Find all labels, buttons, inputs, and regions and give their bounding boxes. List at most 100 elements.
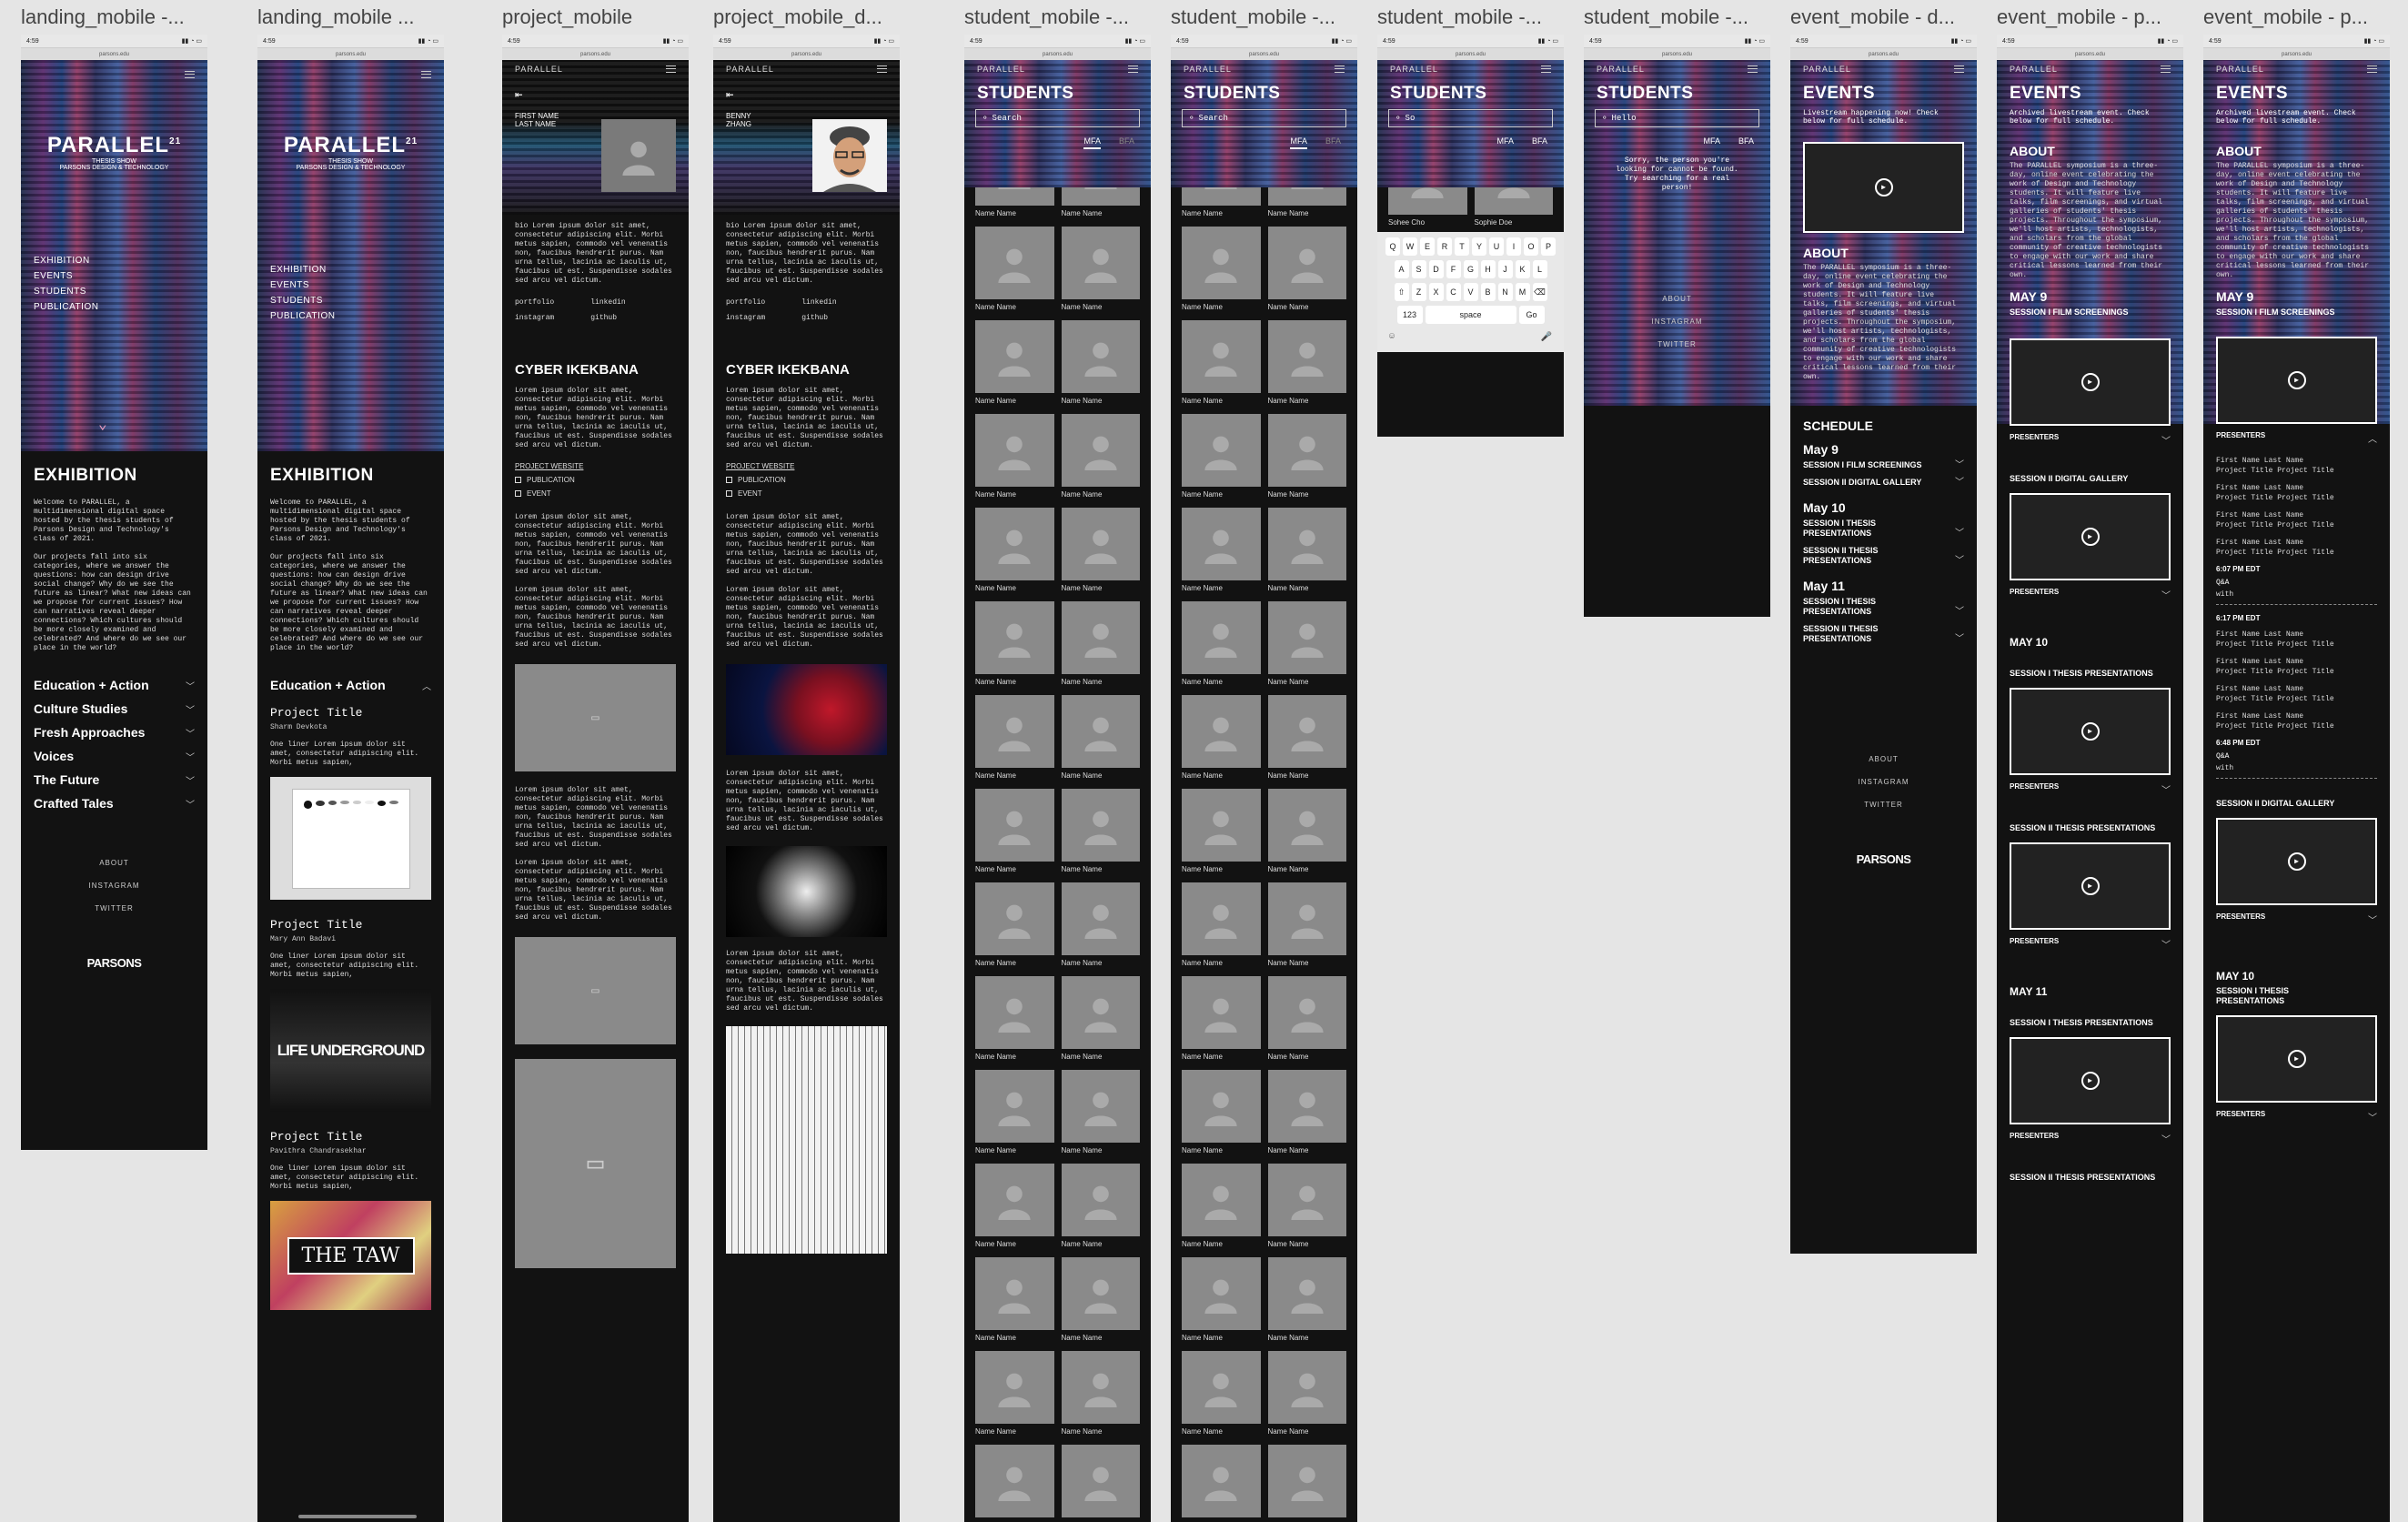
frame-label[interactable]: event_mobile - p... <box>2203 5 2390 29</box>
go-key[interactable]: Go <box>1518 306 1545 324</box>
hamburger-icon[interactable] <box>2367 66 2377 73</box>
brand-link[interactable]: PARALLEL <box>1597 65 1645 74</box>
link-instagram[interactable]: instagram <box>515 314 554 322</box>
frame-label[interactable]: student_mobile -... <box>1171 5 1357 29</box>
scrollbar[interactable] <box>298 1515 417 1518</box>
frame-label[interactable]: student_mobile -... <box>964 5 1151 29</box>
key-z[interactable]: Z <box>1411 283 1426 301</box>
presenters-toggle[interactable]: PRESENTERS ﹀ <box>1997 580 2183 609</box>
student-card[interactable]: Name Name <box>1061 1351 1140 1441</box>
key-i[interactable]: I <box>1506 237 1521 256</box>
play-icon[interactable]: ▶ <box>2287 852 2306 871</box>
link-portfolio[interactable]: portfolio <box>515 298 554 307</box>
presenter-item[interactable]: First Name Last Name Project Title Projec… <box>2203 452 2390 479</box>
key-f[interactable]: F <box>1446 260 1461 278</box>
hamburger-icon[interactable] <box>666 66 676 73</box>
tab-mfa[interactable]: MFA <box>1290 136 1307 149</box>
student-card[interactable]: Name Name <box>1061 601 1140 691</box>
student-card[interactable]: Name Name <box>1061 1445 1140 1522</box>
student-card[interactable]: Name Name <box>1061 976 1140 1066</box>
student-card[interactable]: Name Name <box>975 976 1054 1066</box>
link-linkedin[interactable]: linkedin <box>801 298 836 307</box>
session-item[interactable]: SESSION II THESIS PRESENTATIONS ﹀ <box>1790 542 1977 569</box>
play-icon[interactable]: ▶ <box>1874 178 1893 197</box>
student-card[interactable]: Name Name <box>1267 1445 1346 1522</box>
project-thumbnail[interactable]: LIFE UNDERGROUND <box>270 989 431 1112</box>
category-item[interactable]: Crafted Tales ﹀ <box>21 791 207 815</box>
link-github[interactable]: github <box>590 314 617 322</box>
url-bar[interactable]: parsons.edu <box>257 47 444 60</box>
brand-link[interactable]: PARALLEL <box>1390 65 1438 74</box>
project-title[interactable]: Project Title <box>257 1121 444 1144</box>
student-card[interactable]: Name Name <box>1182 1164 1261 1254</box>
shift-key[interactable]: ⇧ <box>1394 283 1409 301</box>
student-card[interactable]: Name Name <box>1267 882 1346 973</box>
hamburger-icon[interactable] <box>1128 66 1138 73</box>
student-card[interactable]: Name Name <box>1267 1164 1346 1254</box>
presenters-toggle[interactable]: PRESENTERS ﹀ <box>2203 905 2390 933</box>
play-icon[interactable]: ▶ <box>2081 1072 2100 1090</box>
session-video[interactable]: ▶ <box>2010 1037 2171 1124</box>
student-card[interactable]: Name Name <box>975 1257 1054 1347</box>
key-n[interactable]: N <box>1497 283 1513 301</box>
microphone-icon[interactable]: 🎤 <box>1541 332 1552 343</box>
key-h[interactable]: H <box>1480 260 1496 278</box>
student-card[interactable]: Name Name <box>1061 508 1140 598</box>
student-card[interactable]: Name Name <box>975 1351 1054 1441</box>
category-item[interactable]: The Future ﹀ <box>21 768 207 791</box>
footer-about[interactable]: ABOUT <box>1790 748 1977 771</box>
footer-twitter[interactable]: TWITTER <box>1584 333 1770 356</box>
project-website-link[interactable]: PROJECT WEBSITE <box>713 459 900 473</box>
tab-bfa[interactable]: BFA <box>1738 136 1754 146</box>
session-video[interactable]: ▶ <box>2010 842 2171 930</box>
key-u[interactable]: U <box>1489 237 1504 256</box>
publication-link[interactable]: PUBLICATION <box>502 473 689 487</box>
url-bar[interactable]: parsons.edu <box>1790 47 1977 60</box>
key-a[interactable]: A <box>1394 260 1409 278</box>
frame-label[interactable]: landing_mobile -... <box>21 5 207 29</box>
student-card[interactable]: Name Name <box>975 1445 1054 1522</box>
key-y[interactable]: Y <box>1472 237 1486 256</box>
student-card[interactable]: Name Name <box>1061 414 1140 504</box>
key-p[interactable]: P <box>1541 237 1556 256</box>
back-arrow-icon[interactable]: ⇤ <box>502 78 689 112</box>
numbers-key[interactable]: 123 <box>1396 306 1423 324</box>
presenter-item[interactable]: First Name Last Name Project Title Projec… <box>2203 680 2390 708</box>
link-instagram[interactable]: instagram <box>726 314 765 322</box>
session-item[interactable]: SESSION II DIGITAL GALLERY ﹀ <box>1790 474 1977 491</box>
student-card[interactable]: Name Name <box>1061 789 1140 879</box>
brand-link[interactable]: PARALLEL <box>726 65 774 74</box>
category-item[interactable]: Fresh Approaches ﹀ <box>21 721 207 744</box>
student-card[interactable]: Name Name <box>1061 1070 1140 1160</box>
key-o[interactable]: O <box>1524 237 1538 256</box>
session-video[interactable]: ▶ <box>2010 338 2171 426</box>
presenter-item[interactable]: First Name Last Name Project Title Projec… <box>2203 708 2390 735</box>
hamburger-icon[interactable] <box>2161 66 2171 73</box>
student-card[interactable]: Name Name <box>1182 1445 1261 1522</box>
hamburger-icon[interactable] <box>1335 66 1345 73</box>
student-card[interactable]: Name Name <box>975 1070 1054 1160</box>
project-title[interactable]: Project Title <box>257 909 444 932</box>
student-card[interactable]: Name Name <box>1061 1164 1140 1254</box>
tab-mfa[interactable]: MFA <box>1496 136 1514 146</box>
url-bar[interactable]: parsons.edu <box>1171 47 1357 60</box>
session-video[interactable]: ▶ <box>2216 818 2377 905</box>
student-card[interactable]: Name Name <box>1061 882 1140 973</box>
presenter-item[interactable]: First Name Last Name Project Title Projec… <box>2203 626 2390 653</box>
presenters-toggle[interactable]: PRESENTERS ﹀ <box>1997 1124 2183 1153</box>
student-card[interactable]: Name Name <box>975 227 1054 317</box>
url-bar[interactable]: parsons.edu <box>502 47 689 60</box>
presenter-item[interactable]: First Name Last Name Project Title Projec… <box>2203 479 2390 507</box>
link-linkedin[interactable]: linkedin <box>590 298 625 307</box>
category-item[interactable]: Education + Action ﹀ <box>21 673 207 697</box>
key-m[interactable]: M <box>1515 283 1530 301</box>
student-card[interactable]: Name Name <box>1182 789 1261 879</box>
backspace-key[interactable]: ⌫ <box>1532 283 1547 301</box>
student-card[interactable]: Name Name <box>1182 695 1261 785</box>
presenters-toggle[interactable]: PRESENTERS ﹀ <box>1997 775 2183 803</box>
student-card[interactable]: Name Name <box>1267 601 1346 691</box>
play-icon[interactable]: ▶ <box>2081 877 2100 895</box>
key-q[interactable]: Q <box>1385 237 1400 256</box>
menu-exhibition[interactable]: EXHIBITION <box>270 262 431 277</box>
key-s[interactable]: S <box>1411 260 1426 278</box>
